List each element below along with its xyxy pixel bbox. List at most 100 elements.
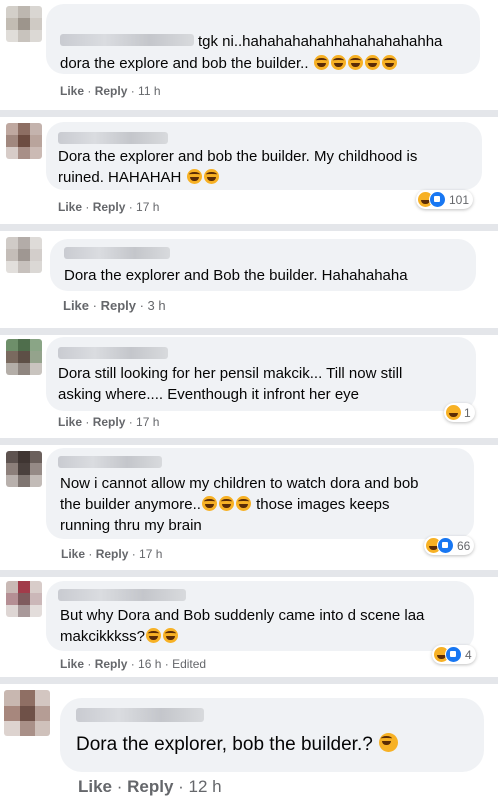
- laughing-emoji-icon: [235, 496, 251, 511]
- laughing-emoji-icon: [186, 169, 202, 184]
- comment-text: dora the explore and bob the builder..: [60, 53, 398, 74]
- haha-reaction-icon: [446, 405, 461, 420]
- divider: [0, 110, 498, 117]
- reaction-count: 1: [464, 405, 471, 420]
- reaction-count: 101: [449, 192, 470, 207]
- reply-link[interactable]: Reply: [101, 298, 136, 313]
- comment-text: Now i cannot allow my children to watch …: [60, 475, 419, 492]
- avatar[interactable]: [6, 339, 42, 375]
- reply-link[interactable]: Reply: [96, 547, 129, 561]
- divider: [0, 677, 498, 684]
- divider: [0, 570, 498, 577]
- comment-actions: Like · Reply · 3 h: [63, 298, 166, 313]
- author-name-redacted[interactable]: [60, 34, 194, 46]
- edited-label[interactable]: Edited: [172, 657, 206, 671]
- divider: [0, 438, 498, 445]
- comment-text: Dora the explorer and Bob the builder. H…: [64, 267, 408, 284]
- comment-bubble: Dora still looking for her pensil makcik…: [46, 337, 476, 411]
- comment-card: But why Dora and Bob suddenly came into …: [0, 577, 498, 677]
- avatar[interactable]: [4, 690, 50, 736]
- comment-text: Dora the explorer and bob the builder. M…: [58, 148, 418, 165]
- comment-bubble: But why Dora and Bob suddenly came into …: [46, 581, 474, 651]
- comment-card: Dora the explorer and bob the builder. M…: [0, 117, 498, 224]
- avatar[interactable]: [6, 6, 42, 42]
- author-name-redacted[interactable]: [58, 347, 168, 359]
- divider: [0, 328, 498, 335]
- reaction-summary[interactable]: 66: [424, 536, 475, 555]
- laughing-emoji-icon: [146, 628, 162, 643]
- timestamp[interactable]: 3 h: [148, 298, 166, 313]
- like-reaction-icon: [437, 537, 454, 554]
- like-link[interactable]: Like: [58, 200, 82, 214]
- comment-bubble: Now i cannot allow my children to watch …: [46, 448, 474, 539]
- comment-actions: Like · Reply · 17 h: [58, 200, 160, 214]
- comment-bubble: tgk ni..hahahahahahhahahahahahha dora th…: [46, 4, 480, 74]
- reaction-summary[interactable]: 4: [432, 645, 476, 664]
- avatar[interactable]: [6, 581, 42, 617]
- author-name-redacted[interactable]: [64, 247, 170, 259]
- laughing-emoji-icon: [364, 55, 380, 70]
- like-link[interactable]: Like: [61, 547, 85, 561]
- author-name-redacted[interactable]: [58, 589, 186, 601]
- comment-text: the builder anymore.. those images keeps: [60, 496, 390, 513]
- timestamp[interactable]: 17 h: [136, 415, 159, 429]
- like-link[interactable]: Like: [58, 415, 82, 429]
- avatar[interactable]: [6, 451, 42, 487]
- comment-actions: Like · Reply · 17 h: [58, 415, 160, 429]
- author-name-redacted[interactable]: [58, 456, 162, 468]
- laughing-emoji-icon: [163, 628, 179, 643]
- reaction-count: 4: [465, 647, 472, 662]
- laughing-emoji-icon: [381, 55, 397, 70]
- avatar[interactable]: [6, 123, 42, 159]
- comment-actions: Like · Reply · 16 h · Edited: [60, 657, 207, 671]
- reply-link[interactable]: Reply: [95, 84, 128, 98]
- laughing-emoji-icon: [201, 496, 217, 511]
- comment-card: Now i cannot allow my children to watch …: [0, 445, 498, 570]
- reply-link[interactable]: Reply: [93, 415, 126, 429]
- author-name-redacted[interactable]: [58, 132, 168, 144]
- like-link[interactable]: Like: [78, 777, 112, 796]
- like-reaction-icon: [445, 646, 462, 663]
- comment-actions: Like · Reply · 17 h: [61, 547, 163, 561]
- like-link[interactable]: Like: [60, 657, 84, 671]
- reply-link[interactable]: Reply: [93, 200, 126, 214]
- avatar[interactable]: [6, 237, 42, 273]
- comment-actions: Like · Reply · 12 h: [78, 777, 222, 796]
- comment-bubble: Dora the explorer and Bob the builder. H…: [50, 239, 476, 291]
- like-reaction-icon: [429, 191, 446, 208]
- timestamp[interactable]: 16 h: [138, 657, 161, 671]
- comment-text: asking where.... Eventhough it infront h…: [58, 386, 360, 403]
- comment-card: Dora the explorer and Bob the builder. H…: [0, 231, 498, 328]
- comment-text: But why Dora and Bob suddenly came into …: [60, 607, 425, 624]
- laughing-emoji-icon: [218, 496, 234, 511]
- comment-text: running thru my brain: [60, 517, 202, 534]
- like-link[interactable]: Like: [63, 298, 89, 313]
- reaction-count: 66: [457, 538, 471, 553]
- comment-text: Dora the explorer, bob the builder.?: [76, 732, 399, 758]
- reaction-summary[interactable]: 101: [416, 190, 474, 209]
- laughing-emoji-icon: [203, 169, 219, 184]
- timestamp[interactable]: 12 h: [189, 777, 222, 796]
- comment-text: Dora still looking for her pensil makcik…: [58, 365, 403, 382]
- comment-text: tgk ni..hahahahahahhahahahahahha: [198, 33, 443, 50]
- timestamp[interactable]: 11 h: [138, 84, 160, 98]
- comment-card: Dora the explorer, bob the builder.? Lik…: [0, 684, 498, 799]
- timestamp[interactable]: 17 h: [139, 547, 162, 561]
- author-name-redacted[interactable]: [76, 708, 204, 722]
- comment-card: tgk ni..hahahahahahhahahahahahha dora th…: [0, 0, 498, 110]
- laughing-emoji-icon: [313, 55, 329, 70]
- comment-card: Dora still looking for her pensil makcik…: [0, 335, 498, 438]
- comment-text: ruined. HAHAHAH: [58, 167, 220, 188]
- comment-bubble: Dora the explorer and bob the builder. M…: [46, 122, 482, 190]
- divider: [0, 224, 498, 231]
- laughing-emoji-icon: [379, 733, 399, 752]
- laughing-emoji-icon: [330, 55, 346, 70]
- like-link[interactable]: Like: [60, 84, 84, 98]
- reply-link[interactable]: Reply: [127, 777, 173, 796]
- comment-bubble: Dora the explorer, bob the builder.?: [60, 698, 484, 772]
- reply-link[interactable]: Reply: [95, 657, 128, 671]
- timestamp[interactable]: 17 h: [136, 200, 159, 214]
- comment-actions: Like · Reply · 11 h: [60, 84, 161, 98]
- reaction-summary[interactable]: 1: [444, 403, 475, 422]
- laughing-emoji-icon: [347, 55, 363, 70]
